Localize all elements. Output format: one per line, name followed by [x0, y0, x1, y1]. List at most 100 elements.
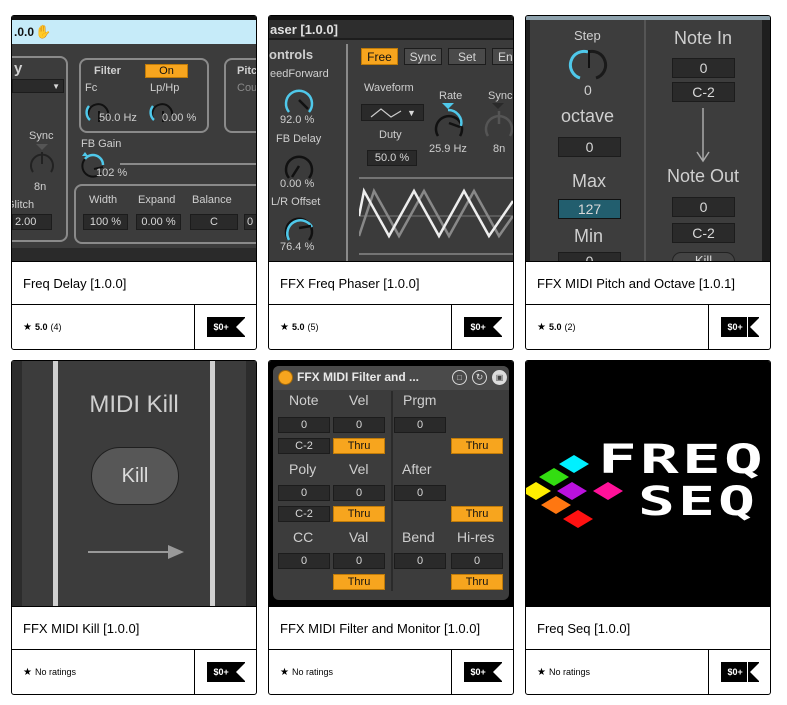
- feedforward-value: 92.0 %: [280, 114, 315, 126]
- max-label: Max: [572, 171, 607, 191]
- poly-vel-number-field[interactable]: 0: [333, 485, 385, 501]
- product-card[interactable]: FREQ SEQ Freq Seq [1.0.0] ★ No ratings $…: [525, 360, 771, 695]
- balance-field[interactable]: C: [190, 214, 238, 230]
- waveform-dropdown[interactable]: ▼: [361, 104, 424, 121]
- note-in-value[interactable]: 0: [672, 58, 735, 78]
- product-card[interactable]: Step 0 octave 0 Max 127 Min 0 Note In 0 …: [525, 15, 771, 350]
- prgm-thru-toggle[interactable]: Thru: [451, 438, 503, 454]
- after-header: After: [402, 461, 432, 477]
- hires-header: Hi-res: [457, 529, 495, 545]
- price-button[interactable]: $0+: [708, 650, 770, 694]
- hand-icon: ✋: [35, 24, 52, 39]
- product-title[interactable]: FFX MIDI Filter and Monitor [1.0.0]: [269, 606, 513, 650]
- price-tag: $0+: [463, 662, 503, 682]
- triangle-wave-icon: [370, 107, 402, 118]
- cc-number-field[interactable]: 0: [278, 553, 330, 569]
- rate-value: 25.9 Hz: [429, 143, 467, 155]
- duty-field[interactable]: 50.0 %: [367, 150, 417, 166]
- product-card[interactable]: FFX MIDI Filter and ... □ ↻ ▣ Note Vel P…: [268, 360, 514, 695]
- lroffset-label: L/R Offset: [271, 196, 321, 208]
- vel-thru-toggle[interactable]: Thru: [333, 438, 385, 454]
- after-number-field[interactable]: 0: [394, 485, 446, 501]
- arrow-right-icon: [88, 545, 184, 559]
- product-thumbnail[interactable]: FFX MIDI Filter and ... □ ↻ ▣ Note Vel P…: [269, 361, 513, 606]
- vel-number-field[interactable]: 0: [333, 417, 385, 433]
- sync-label: Sync: [488, 90, 513, 102]
- duty-label: Duty: [379, 129, 402, 141]
- min-field[interactable]: 0: [558, 252, 621, 261]
- poly-vel-thru-toggle[interactable]: Thru: [333, 506, 385, 522]
- refresh-icon[interactable]: ↻: [472, 370, 487, 385]
- product-thumbnail[interactable]: .0.0 ✋ y ▼ Filter On Fc 50.0 Hz Lp/Hp 0.…: [12, 16, 256, 261]
- rate-label: Rate: [439, 90, 463, 102]
- product-title[interactable]: Freq Seq [1.0.0]: [526, 606, 770, 650]
- price-button[interactable]: $0+: [451, 305, 513, 349]
- sync-knob[interactable]: [26, 144, 58, 178]
- tab-free[interactable]: Free: [361, 48, 398, 65]
- kill-button[interactable]: Kill: [672, 252, 735, 261]
- step-label: Step: [574, 28, 601, 43]
- note-out-value[interactable]: 0: [672, 197, 735, 217]
- chevron-down-icon: ▼: [407, 107, 416, 118]
- width-field[interactable]: 100 %: [83, 214, 128, 230]
- product-card[interactable]: MIDI Kill Kill FFX MIDI Kill [1.0.0] ★ N…: [11, 360, 257, 695]
- device-header-text: .0.0: [14, 25, 35, 39]
- glitch-field[interactable]: 2.00: [12, 214, 52, 230]
- product-title[interactable]: FFX MIDI Kill [1.0.0]: [12, 606, 256, 650]
- product-thumbnail[interactable]: FREQ SEQ: [526, 361, 770, 606]
- product-thumbnail[interactable]: MIDI Kill Kill: [12, 361, 256, 606]
- tab-env[interactable]: En: [492, 48, 513, 65]
- device-power-button[interactable]: [278, 370, 293, 385]
- tab-set[interactable]: Set: [448, 48, 486, 65]
- filter-toggle[interactable]: On: [145, 64, 188, 78]
- price-tag: $0+: [206, 662, 246, 682]
- val-thru-toggle[interactable]: Thru: [333, 574, 385, 590]
- price-button[interactable]: $0+: [194, 650, 256, 694]
- product-thumbnail[interactable]: Step 0 octave 0 Max 127 Min 0 Note In 0 …: [526, 16, 770, 261]
- product-card[interactable]: aser [1.0.0] ontrols eedForward 92.0 % F…: [268, 15, 514, 350]
- freq-seq-logo: FREQ SEQ: [526, 437, 764, 528]
- rating-count: (4): [50, 322, 62, 332]
- tab-sync[interactable]: Sync: [404, 48, 442, 65]
- octave-field[interactable]: 0: [558, 137, 621, 157]
- val-number-field[interactable]: 0: [333, 553, 385, 569]
- price-button[interactable]: $0+: [708, 305, 770, 349]
- expand-field[interactable]: 0.00 %: [136, 214, 181, 230]
- logo-diamond: [563, 510, 593, 528]
- price-button[interactable]: $0+: [451, 650, 513, 694]
- after-thru-toggle[interactable]: Thru: [451, 506, 503, 522]
- glitch-label: Glitch: [12, 199, 35, 211]
- sync-knob[interactable]: [479, 102, 513, 142]
- hires-thru-toggle[interactable]: Thru: [451, 574, 503, 590]
- resize-icon[interactable]: □: [452, 370, 467, 385]
- note-out-label: Note Out: [667, 166, 740, 186]
- product-title[interactable]: FFX Freq Phaser [1.0.0]: [269, 261, 513, 305]
- product-thumbnail[interactable]: aser [1.0.0] ontrols eedForward 92.0 % F…: [269, 16, 513, 261]
- bend-number-field[interactable]: 0: [394, 553, 446, 569]
- product-card[interactable]: .0.0 ✋ y ▼ Filter On Fc 50.0 Hz Lp/Hp 0.…: [11, 15, 257, 350]
- save-icon[interactable]: ▣: [492, 370, 507, 385]
- note-name-field[interactable]: C-2: [278, 438, 330, 454]
- step-knob[interactable]: [568, 46, 608, 86]
- star-icon: ★: [280, 666, 289, 678]
- note-in-name[interactable]: C-2: [672, 82, 735, 102]
- feedforward-label: eedForward: [270, 68, 329, 80]
- kill-button[interactable]: Kill: [91, 447, 179, 505]
- price-label: $0+: [727, 667, 743, 677]
- poly-number-field[interactable]: 0: [278, 485, 330, 501]
- note-number-field[interactable]: 0: [278, 417, 330, 433]
- max-field[interactable]: 127: [558, 199, 621, 219]
- price-button[interactable]: $0+: [194, 305, 256, 349]
- feedforward-knob[interactable]: [281, 82, 317, 118]
- poly-name-field[interactable]: C-2: [278, 506, 330, 522]
- mode-dropdown[interactable]: ▼: [12, 79, 64, 93]
- note-out-name[interactable]: C-2: [672, 223, 735, 243]
- product-title[interactable]: Freq Delay [1.0.0]: [12, 261, 256, 305]
- fc-value: 50.0 Hz: [99, 112, 137, 124]
- product-title[interactable]: FFX MIDI Pitch and Octave [1.0.1]: [526, 261, 770, 305]
- extra-field[interactable]: 0: [244, 214, 256, 230]
- waveform-label: Waveform: [364, 82, 414, 94]
- rate-knob[interactable]: [429, 102, 469, 142]
- prgm-number-field[interactable]: 0: [394, 417, 446, 433]
- hires-number-field[interactable]: 0: [451, 553, 503, 569]
